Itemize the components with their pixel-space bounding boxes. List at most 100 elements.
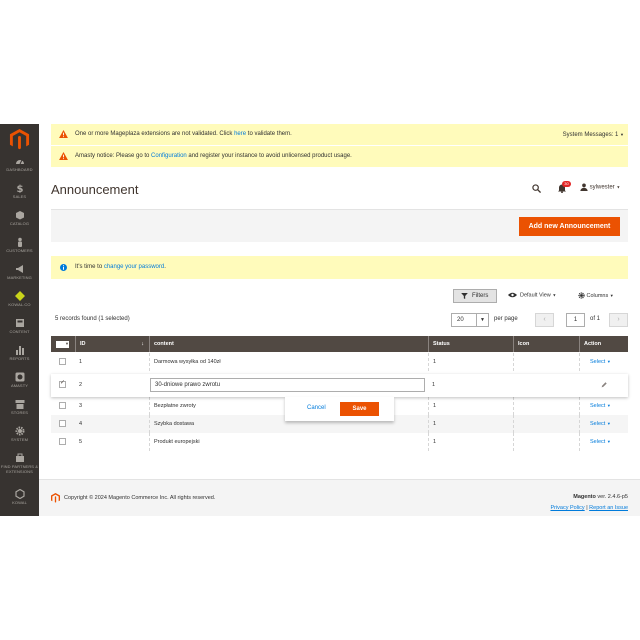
row-icon	[513, 353, 579, 371]
message-text: to validate them.	[246, 131, 292, 137]
chevron-down-icon: ▼	[65, 340, 69, 346]
sidebar-item-system[interactable]: SYSTEM	[0, 426, 39, 453]
per-page-toggle[interactable]: ▼	[476, 313, 489, 327]
table-row[interactable]: 1 Darmowa wysyłka od 140zł 1 Select ▼	[51, 353, 628, 371]
column-header-content[interactable]: content	[149, 336, 428, 352]
gear-icon	[578, 292, 585, 299]
page-title: Announcement	[51, 182, 139, 197]
inline-edit-row[interactable]: 2 30-dniowe prawo zwrotu 1	[51, 374, 628, 397]
column-header-id[interactable]: ID ↓	[75, 336, 149, 352]
columns-dropdown[interactable]: Columns ▼	[578, 292, 614, 299]
partners-icon	[15, 453, 24, 462]
row-id: 3	[79, 403, 83, 409]
row-checkbox[interactable]	[59, 438, 66, 445]
sidebar-item-label: DASHBOARD	[6, 167, 33, 172]
filters-button[interactable]: Filters	[453, 289, 497, 303]
page-total: of 1	[590, 316, 601, 322]
column-label: Status	[433, 341, 450, 347]
row-checkbox[interactable]	[59, 420, 66, 427]
page-number-input[interactable]: 1	[566, 313, 585, 327]
grid-header: ▼ ID ↓ content Status Icon Action	[51, 336, 628, 352]
diamond-icon	[14, 291, 25, 301]
mass-action-select[interactable]: ▼	[51, 336, 75, 352]
sidebar-item-label: SALES	[12, 194, 27, 199]
person-icon	[17, 237, 22, 247]
funnel-icon	[461, 293, 468, 299]
row-status: 1	[428, 353, 513, 371]
chevron-left-icon: ‹	[543, 316, 546, 323]
action-label: Select	[590, 439, 606, 445]
change-password-link[interactable]: change your password	[104, 264, 164, 270]
row-id: 1	[79, 359, 83, 365]
message-text: Amasty notice: Please go to	[75, 153, 152, 159]
system-messages-toggle[interactable]: System Messages: 1 ▼	[563, 124, 624, 146]
chevron-down-icon: ▼	[616, 184, 621, 190]
next-page-button[interactable]: ›	[609, 313, 628, 327]
action-label: Select	[590, 403, 606, 409]
password-notice: It's time to change your password.	[51, 256, 628, 279]
column-header-icon[interactable]: Icon	[513, 336, 579, 352]
default-view-dropdown[interactable]: Default View ▼	[508, 292, 556, 298]
row-action-select[interactable]: Select ▼	[579, 353, 628, 371]
sidebar-item-label: SYSTEM	[10, 437, 29, 442]
hexagon-icon	[14, 489, 25, 499]
row-status: 1	[432, 382, 436, 388]
sidebar-item-kowal-co[interactable]: KOWAL.CO	[0, 291, 39, 318]
action-label: Select	[590, 421, 606, 427]
select-all-checkbox[interactable]: ▼	[56, 340, 69, 348]
sidebar-item-label: KOWAL.CO	[8, 302, 31, 307]
magento-logo-icon[interactable]	[9, 129, 30, 150]
cancel-button[interactable]: Cancel	[307, 405, 326, 411]
user-menu[interactable]: sylwester ▼	[580, 183, 620, 191]
sidebar-item-label: CUSTOMERS	[6, 248, 33, 253]
warning-icon	[59, 152, 68, 160]
column-label: Action	[584, 341, 602, 347]
row-checkbox[interactable]	[59, 358, 66, 365]
row-status: 1	[428, 415, 513, 433]
gear-icon	[15, 426, 24, 436]
column-header-status[interactable]: Status	[428, 336, 513, 352]
message-text: and register your instance to avoid unli…	[186, 153, 352, 159]
row-icon	[513, 433, 579, 451]
page-actions-bar: Add new Announcement	[51, 209, 628, 242]
user-name: sylwester	[589, 184, 615, 191]
sidebar-item-marketing[interactable]: MARKETING	[0, 264, 39, 291]
row-action-select[interactable]: Select ▼	[579, 433, 628, 451]
previous-page-button[interactable]: ‹	[535, 313, 554, 327]
sidebar-item-partners[interactable]: FIND PARTNERS & EXTENSIONS	[0, 453, 39, 485]
sidebar-item-label: KOWAL	[12, 500, 27, 505]
sidebar-item-catalog[interactable]: CATALOG	[0, 210, 39, 237]
main-content: One or more Mageplaza extensions are not…	[39, 124, 640, 516]
row-checkbox[interactable]	[59, 402, 66, 409]
report-issue-link[interactable]: Report an Issue	[589, 505, 628, 511]
sidebar-item-sales[interactable]: $ SALES	[0, 183, 39, 210]
sidebar-item-kowal[interactable]: KOWAL	[0, 489, 39, 516]
bar-chart-icon	[15, 346, 24, 355]
sidebar-item-label: CONTENT	[9, 329, 30, 334]
sidebar-item-amasty[interactable]: AMASTY	[0, 372, 39, 399]
save-button[interactable]: Save	[340, 402, 379, 416]
row-action-select[interactable]: Select ▼	[579, 397, 628, 415]
search-icon[interactable]	[532, 184, 541, 193]
sidebar-item-reports[interactable]: REPORTS	[0, 345, 39, 372]
sidebar-item-customers[interactable]: CUSTOMERS	[0, 237, 39, 264]
row-action-select[interactable]: Select ▼	[579, 415, 628, 433]
add-new-announcement-button[interactable]: Add new Announcement	[519, 217, 620, 236]
row-content: Darmowa wysyłka od 140zł	[149, 353, 428, 371]
sidebar-item-label: REPORTS	[9, 356, 30, 361]
inline-edit-actions: Cancel Save	[285, 397, 394, 421]
sidebar-item-content[interactable]: CONTENT	[0, 318, 39, 345]
sidebar-item-label: FIND PARTNERS & EXTENSIONS	[0, 464, 39, 474]
configuration-link[interactable]: Configuration	[151, 153, 187, 159]
validate-link[interactable]: here	[234, 131, 246, 137]
sidebar-item-stores[interactable]: STORES	[0, 399, 39, 426]
content-edit-input[interactable]: 30-dniowe prawo zwrotu	[150, 378, 425, 392]
sidebar-item-dashboard[interactable]: DASHBOARD	[0, 156, 39, 183]
row-id: 4	[79, 421, 83, 427]
pencil-icon[interactable]	[601, 382, 607, 388]
sidebar-item-label: CATALOG	[9, 221, 30, 226]
column-label: content	[154, 341, 174, 347]
privacy-policy-link[interactable]: Privacy Policy	[550, 505, 584, 511]
row-checkbox[interactable]	[59, 379, 66, 388]
table-row[interactable]: 5 Produkt europejski 1 Select ▼	[51, 433, 628, 451]
